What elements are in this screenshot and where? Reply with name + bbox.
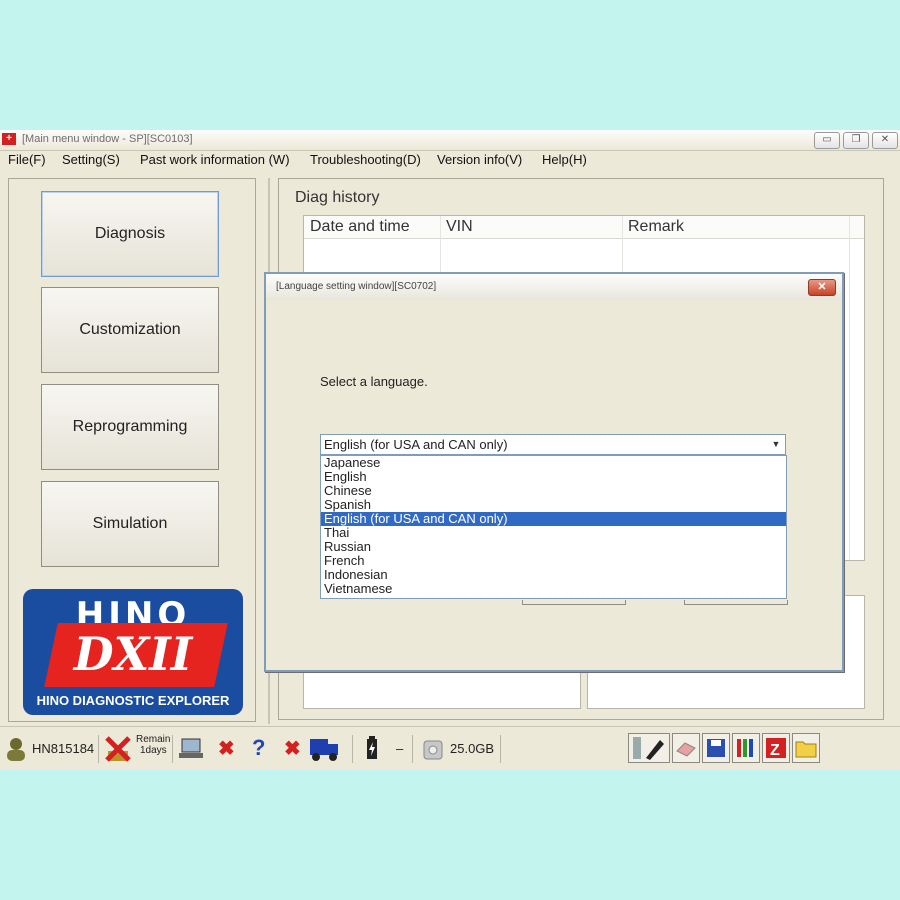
eraser-button[interactable]	[672, 733, 700, 763]
disk-icon	[423, 740, 443, 760]
select-language-prompt: Select a language.	[320, 374, 428, 389]
main-menu-panel: Diagnosis Customization Reprogramming Si…	[8, 178, 256, 722]
open-folder-button[interactable]	[792, 733, 820, 763]
status-separator	[352, 735, 353, 763]
menu-file[interactable]: File(F)	[8, 152, 46, 167]
simulation-button[interactable]: Simulation	[41, 481, 219, 567]
license-expired-icon	[105, 736, 131, 762]
cancel-button-partial[interactable]	[684, 600, 788, 605]
column-divider	[849, 216, 850, 560]
app-icon: +	[2, 133, 16, 145]
dialog-title: [Language setting window][SC0702]	[276, 281, 437, 292]
restore-button[interactable]: ❐	[843, 132, 869, 149]
logo-subtitle: HINO DIAGNOSTIC EXPLORER	[36, 693, 230, 708]
status-separator	[98, 735, 99, 763]
logo-product: DXII	[73, 627, 193, 681]
menu-bar: File(F) Setting(S) Past work information…	[0, 150, 900, 170]
disk-free-space: 25.0GB	[450, 741, 495, 756]
column-date-time[interactable]: Date and time	[310, 218, 410, 236]
menu-version-info[interactable]: Version info(V)	[437, 152, 522, 167]
language-option[interactable]: Japanese	[321, 456, 786, 470]
language-options-list[interactable]: Japanese English Chinese Spanish English…	[320, 455, 787, 599]
customization-button[interactable]: Customization	[41, 287, 219, 373]
user-icon	[7, 738, 25, 761]
language-option[interactable]: Spanish	[321, 498, 786, 512]
truck-icon	[310, 739, 338, 761]
dialog-title-bar: [Language setting window][SC0702] ✕	[266, 274, 842, 300]
reprogramming-button[interactable]: Reprogramming	[41, 384, 219, 470]
user-id: HN815184	[32, 741, 95, 756]
laptop-icon	[179, 738, 203, 758]
diag-history-label: Diag history	[295, 189, 380, 206]
table-header: Date and time VIN Remark	[304, 216, 864, 239]
language-option[interactable]: Thai	[321, 526, 786, 540]
menu-setting[interactable]: Setting(S)	[62, 152, 120, 167]
column-remark[interactable]: Remark	[628, 218, 684, 236]
unknown-status-icon: ?	[252, 735, 266, 760]
status-bar: HN815184 Remain 1days ✖ ? ✖ – 25.0GB Z	[0, 726, 900, 771]
minimize-button[interactable]: ▭	[814, 132, 840, 149]
remain-days: 1days	[140, 745, 167, 756]
battery-icon	[367, 736, 377, 759]
column-vin[interactable]: VIN	[446, 218, 473, 236]
status-separator	[412, 735, 413, 763]
tools-button[interactable]	[732, 733, 760, 763]
language-option[interactable]: Chinese	[321, 484, 786, 498]
language-option[interactable]: Russian	[321, 540, 786, 554]
language-option[interactable]: Vietnamese	[321, 582, 786, 596]
diagnosis-button[interactable]: Diagnosis	[41, 191, 219, 277]
close-button[interactable]: ✕	[872, 132, 898, 149]
ok-button-partial[interactable]	[522, 600, 626, 605]
edit-note-button[interactable]	[628, 733, 670, 763]
chevron-down-icon[interactable]: ▼	[769, 436, 783, 452]
connection-error-icon: ✖	[218, 738, 235, 760]
language-option[interactable]: French	[321, 554, 786, 568]
status-separator	[172, 735, 173, 763]
menu-help[interactable]: Help(H)	[542, 152, 587, 167]
vehicle-error-icon: ✖	[284, 738, 301, 760]
window-title: [Main menu window - SP][SC0103]	[22, 133, 193, 145]
menu-troubleshooting[interactable]: Troubleshooting(D)	[310, 152, 421, 167]
status-separator	[500, 735, 501, 763]
language-setting-dialog: [Language setting window][SC0702] ✕ Sele…	[264, 272, 844, 672]
save-button[interactable]	[702, 733, 730, 763]
battery-voltage: –	[396, 741, 404, 756]
remain-label: Remain	[136, 734, 171, 745]
language-dropdown-value: English (for USA and CAN only)	[324, 437, 508, 452]
language-option[interactable]: Indonesian	[321, 568, 786, 582]
menu-past-work[interactable]: Past work information (W)	[140, 152, 290, 167]
language-dropdown[interactable]: English (for USA and CAN only) ▼	[320, 434, 786, 455]
language-option[interactable]: English	[321, 470, 786, 484]
hino-dx2-logo: HINO DXII HINO DIAGNOSTIC EXPLORER	[23, 589, 243, 715]
dialog-close-button[interactable]: ✕	[808, 279, 836, 296]
report-button[interactable]: Z	[762, 733, 790, 763]
title-bar: + [Main menu window - SP][SC0103] ▭ ❐ ✕	[0, 130, 900, 151]
language-option-selected[interactable]: English (for USA and CAN only)	[321, 512, 786, 526]
svg-text:Z: Z	[770, 742, 780, 759]
